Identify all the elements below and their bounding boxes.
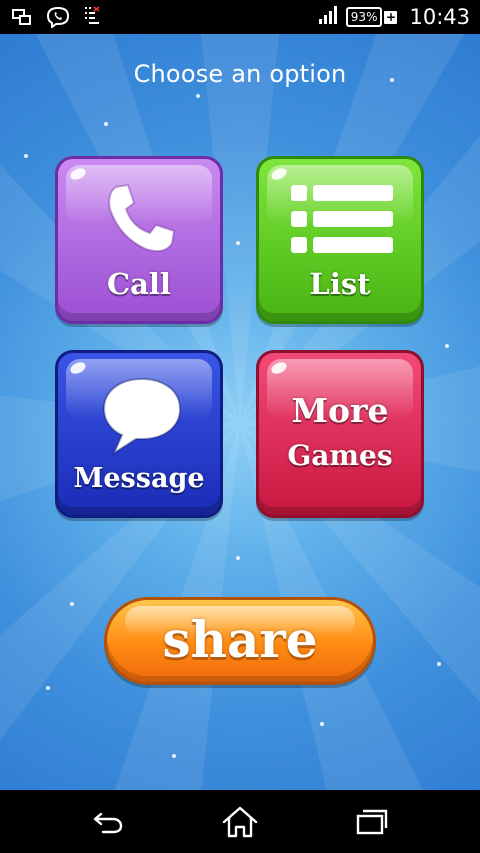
- signal-icon: [318, 5, 340, 29]
- more-games-label-line2: Games: [287, 439, 393, 472]
- sparkle: [437, 662, 441, 666]
- clock: 10:43: [409, 5, 470, 29]
- call-button[interactable]: Call: [55, 156, 223, 324]
- more-games-label-line1: More: [291, 391, 389, 430]
- sparkle: [196, 94, 200, 98]
- message-button[interactable]: Message: [55, 350, 223, 518]
- viber-icon: [46, 6, 70, 32]
- sparkle: [24, 154, 28, 158]
- battery-level: 93%: [345, 7, 383, 27]
- home-icon: [222, 806, 258, 838]
- sparkle: [172, 754, 176, 758]
- status-bar: 93% + 10:43: [0, 0, 480, 34]
- phone-icon: [108, 183, 176, 252]
- list-button[interactable]: List: [256, 156, 424, 324]
- share-button[interactable]: share: [104, 597, 376, 685]
- notification-icon: [84, 6, 102, 32]
- message-label: Message: [73, 463, 205, 494]
- call-label: Call: [107, 267, 171, 301]
- recent-apps-button[interactable]: [348, 802, 396, 842]
- sparkle: [236, 556, 240, 560]
- page-title: Choose an option: [133, 60, 347, 88]
- sparkle: [445, 344, 449, 348]
- battery-icon: 93% +: [345, 7, 398, 27]
- recent-apps-icon: [356, 809, 388, 835]
- sparkle: [46, 686, 50, 690]
- sparkle: [236, 241, 240, 245]
- more-games-button[interactable]: More Games: [256, 350, 424, 518]
- home-button[interactable]: [216, 802, 264, 842]
- status-left-icons: [12, 6, 102, 32]
- list-icon: [291, 185, 393, 253]
- speech-bubble-icon: [102, 377, 182, 456]
- screen-mirror-icon: [12, 8, 32, 30]
- navigation-bar: [0, 790, 480, 853]
- main-screen: Choose an option Call List Message More …: [0, 34, 480, 790]
- back-icon: [93, 812, 123, 834]
- sparkle: [70, 602, 74, 606]
- sparkle: [320, 722, 324, 726]
- status-right-icons: 93% + 10:43: [318, 0, 470, 34]
- list-label: List: [309, 267, 371, 301]
- share-label: share: [162, 610, 318, 669]
- sparkle: [104, 122, 108, 126]
- charging-icon: +: [384, 9, 398, 24]
- back-button[interactable]: [84, 802, 132, 842]
